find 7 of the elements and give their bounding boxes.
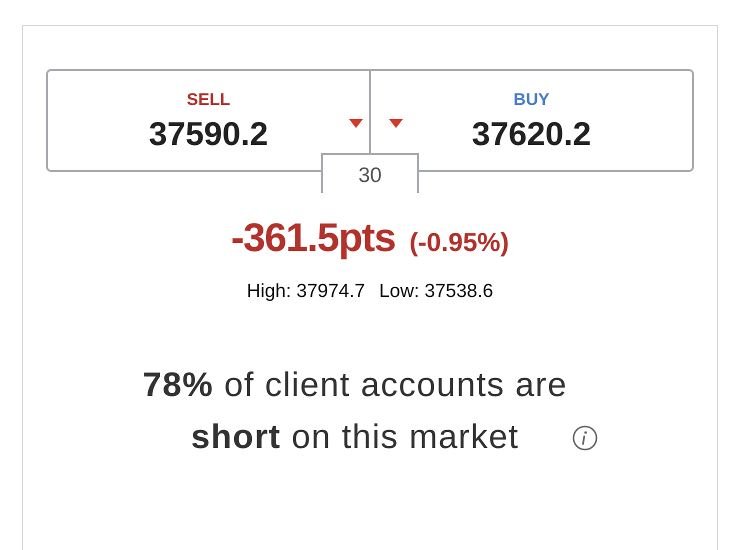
low-price: Low: 37538.6 <box>379 280 494 304</box>
client-sentiment-text: 78% of client accounts are short on this market <box>142 364 568 458</box>
change-percent: (-0.95%) <box>409 226 510 259</box>
info-icon[interactable] <box>572 424 598 450</box>
spread-value: 30 <box>321 153 419 193</box>
change-points: -361.5pts <box>230 215 396 262</box>
high-price: High: 37974.7 <box>246 280 366 304</box>
